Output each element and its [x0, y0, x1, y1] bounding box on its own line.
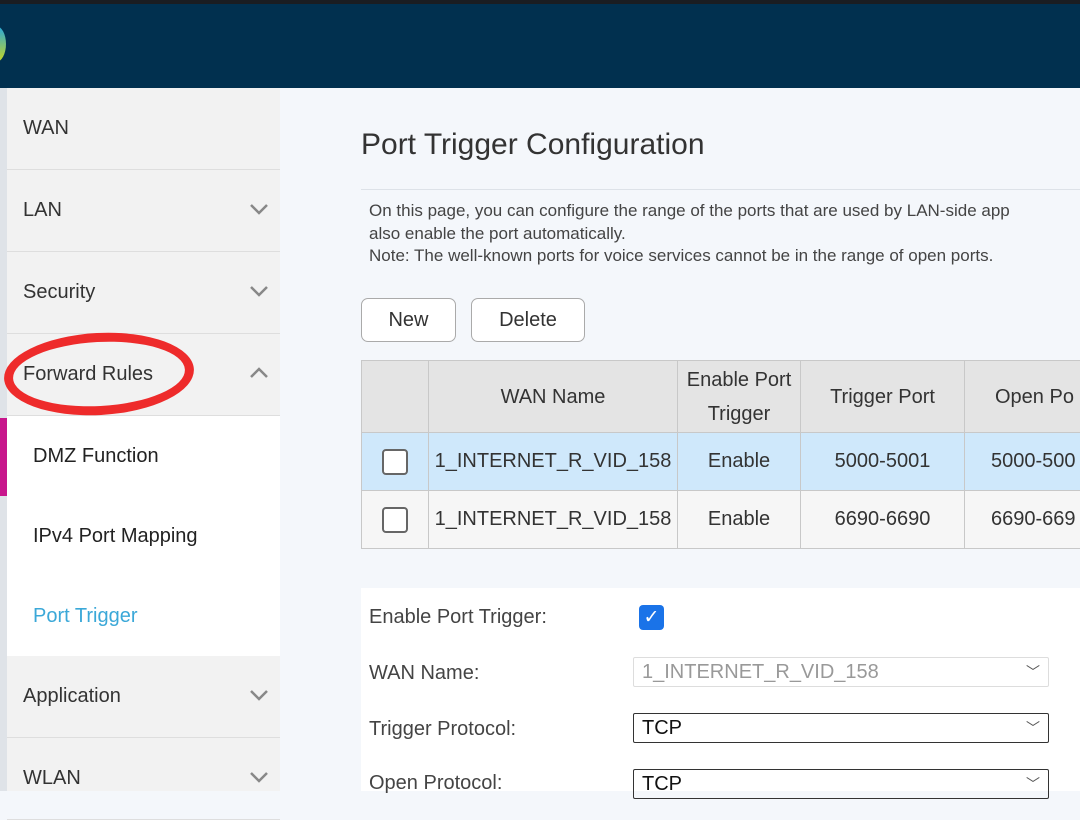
wan-name-label: WAN Name: [369, 662, 479, 685]
page-title: Port Trigger Configuration [361, 128, 705, 162]
chevron-down-icon [248, 198, 272, 222]
sidebar-item-lan[interactable]: LAN [7, 170, 280, 252]
trigger-protocol-label: Trigger Protocol: [369, 718, 516, 741]
enable-port-trigger-label: Enable Port Trigger: [369, 606, 547, 629]
delete-button[interactable]: Delete [471, 298, 585, 342]
open-protocol-label: Open Protocol: [369, 772, 502, 795]
header-open-port: Open Po [965, 361, 1080, 433]
sidebar-subitem-ipv4-port-mapping[interactable]: IPv4 Port Mapping [7, 496, 280, 576]
chevron-down-icon: ﹀ [1026, 658, 1040, 686]
sidebar-item-forward-rules[interactable]: Forward Rules [7, 334, 280, 416]
header-trigger-port: Trigger Port [801, 361, 965, 433]
sidebar-item-wan[interactable]: WAN [7, 88, 280, 170]
sidebar-item-wlan[interactable]: WLAN [7, 738, 280, 820]
table-row[interactable]: 1_INTERNET_R_VID_158 Enable 5000-5001 50… [362, 433, 1080, 491]
side-accent [0, 418, 7, 496]
chevron-down-icon [248, 766, 272, 790]
chevron-down-icon [248, 684, 272, 708]
header-enable-port-trigger: Enable Port Trigger [678, 361, 801, 433]
sidebar-subitem-dmz-function[interactable]: DMZ Function [7, 416, 280, 496]
row-checkbox[interactable] [382, 449, 408, 475]
sidebar-item-security[interactable]: Security [7, 252, 280, 334]
port-trigger-form: Enable Port Trigger: ✓ WAN Name: 1_INTER… [361, 588, 1080, 791]
chevron-down-icon: ﹀ [1026, 714, 1040, 742]
new-button[interactable]: New [361, 298, 456, 342]
brand-logo [0, 26, 6, 62]
divider [361, 189, 1080, 190]
table-header-row: WAN Name Enable Port Trigger Trigger Por… [362, 361, 1080, 433]
port-trigger-table: WAN Name Enable Port Trigger Trigger Por… [361, 360, 1080, 549]
chevron-down-icon [248, 280, 272, 304]
top-header-bar [0, 0, 1080, 88]
sidebar-subitem-port-trigger[interactable]: Port Trigger [7, 576, 280, 656]
table-row[interactable]: 1_INTERNET_R_VID_158 Enable 6690-6690 66… [362, 491, 1080, 549]
wan-name-select[interactable]: 1_INTERNET_R_VID_158﹀ [633, 657, 1049, 687]
sidebar-item-application[interactable]: Application [7, 656, 280, 738]
enable-port-trigger-checkbox[interactable]: ✓ [639, 605, 664, 630]
chevron-up-icon [248, 362, 272, 386]
page-description: On this page, you can configure the rang… [369, 200, 1010, 268]
header-wan-name: WAN Name [429, 361, 678, 433]
open-protocol-select[interactable]: TCP﹀ [633, 769, 1049, 799]
chevron-down-icon: ﹀ [1026, 770, 1040, 798]
trigger-protocol-select[interactable]: TCP﹀ [633, 713, 1049, 743]
sidebar: WAN LAN Security Forward Rules DMZ Funct… [0, 88, 280, 791]
select-all-column [362, 361, 429, 433]
row-checkbox[interactable] [382, 507, 408, 533]
